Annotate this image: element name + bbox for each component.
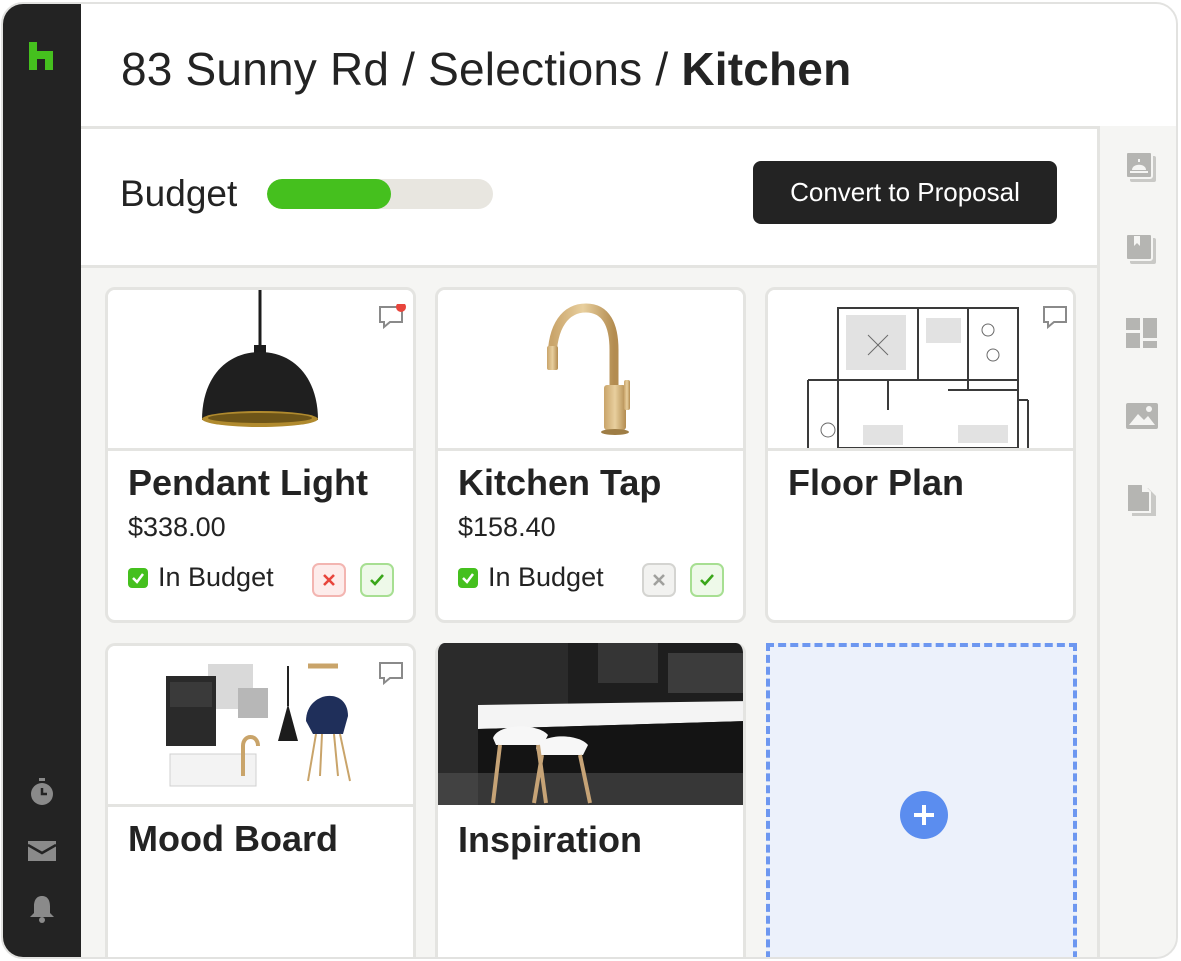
breadcrumb-project[interactable]: 83 Sunny Rd (121, 43, 389, 95)
budget-status: In Budget (128, 562, 274, 593)
card-title: Inspiration (458, 819, 643, 860)
book-icon[interactable] (1124, 232, 1160, 268)
page-title: Kitchen (681, 43, 852, 95)
mood-board-image (108, 646, 413, 807)
documents-icon[interactable] (1124, 482, 1160, 518)
card-price: $338.00 (128, 512, 226, 542)
card-title: Kitchen Tap (458, 462, 662, 503)
breadcrumb: 83 Sunny Rd / Selections / Kitchen (121, 42, 851, 96)
selection-card-pendant-light[interactable]: Pendant Light $338.00 In Budget (105, 287, 416, 623)
card-title: Pendant Light (128, 462, 368, 503)
breadcrumb-separator: / (389, 43, 429, 95)
comment-icon[interactable] (1042, 304, 1068, 330)
card-price: $158.40 (458, 512, 556, 542)
budget-status-label: In Budget (158, 562, 274, 592)
add-selection-placeholder[interactable] (766, 643, 1077, 957)
plus-icon (914, 805, 934, 825)
add-button[interactable] (900, 791, 948, 839)
stopwatch-icon[interactable] (27, 777, 57, 807)
pendant-light-image (108, 290, 413, 451)
check-icon (370, 574, 384, 586)
card-title: Floor Plan (788, 462, 965, 503)
kitchen-tap-image (438, 290, 743, 451)
in-budget-check-icon (128, 567, 148, 588)
convert-to-proposal-button[interactable]: Convert to Proposal (753, 161, 1057, 224)
app-window: 83 Sunny Rd / Selections / Kitchen Budge… (1, 2, 1178, 959)
right-toolbar (1097, 126, 1176, 957)
inspiration-image (438, 643, 743, 805)
breadcrumb-separator: / (642, 43, 682, 95)
check-icon (700, 574, 714, 586)
floor-plan-image (768, 290, 1073, 451)
selection-card-kitchen-tap[interactable]: Kitchen Tap $158.40 In Budget (435, 287, 746, 623)
service-bell-icon[interactable] (1124, 150, 1160, 186)
reject-button[interactable] (642, 563, 676, 597)
budget-label: Budget (120, 173, 238, 214)
layout-icon[interactable] (1124, 316, 1160, 352)
budget-status-label: In Budget (488, 562, 604, 592)
in-budget-check-icon (458, 567, 478, 588)
sidebar (3, 4, 81, 957)
budget-toolbar: Budget Convert to Proposal (81, 129, 1097, 268)
inbox-icon[interactable] (27, 836, 57, 866)
header: 83 Sunny Rd / Selections / Kitchen (81, 4, 1176, 129)
selection-card-inspiration[interactable]: Inspiration (435, 643, 746, 957)
houzz-logo-icon[interactable] (27, 40, 59, 72)
selection-card-floor-plan[interactable]: Floor Plan (765, 287, 1076, 623)
breadcrumb-section[interactable]: Selections (428, 43, 642, 95)
image-icon[interactable] (1124, 398, 1160, 434)
card-title: Mood Board (128, 818, 338, 859)
budget-progress-bar (267, 179, 493, 209)
selection-card-mood-board[interactable]: Mood Board (105, 643, 416, 957)
close-icon (653, 574, 665, 586)
reject-button[interactable] (312, 563, 346, 597)
comment-icon[interactable] (378, 660, 404, 686)
approve-button[interactable] (360, 563, 394, 597)
selections-grid: Pendant Light $338.00 In Budget Kitchen … (81, 268, 1097, 957)
comment-icon[interactable] (378, 302, 406, 330)
bell-icon[interactable] (27, 894, 57, 924)
budget-status: In Budget (458, 562, 604, 593)
budget-progress-fill (267, 179, 392, 209)
close-icon (323, 574, 335, 586)
approve-button[interactable] (690, 563, 724, 597)
